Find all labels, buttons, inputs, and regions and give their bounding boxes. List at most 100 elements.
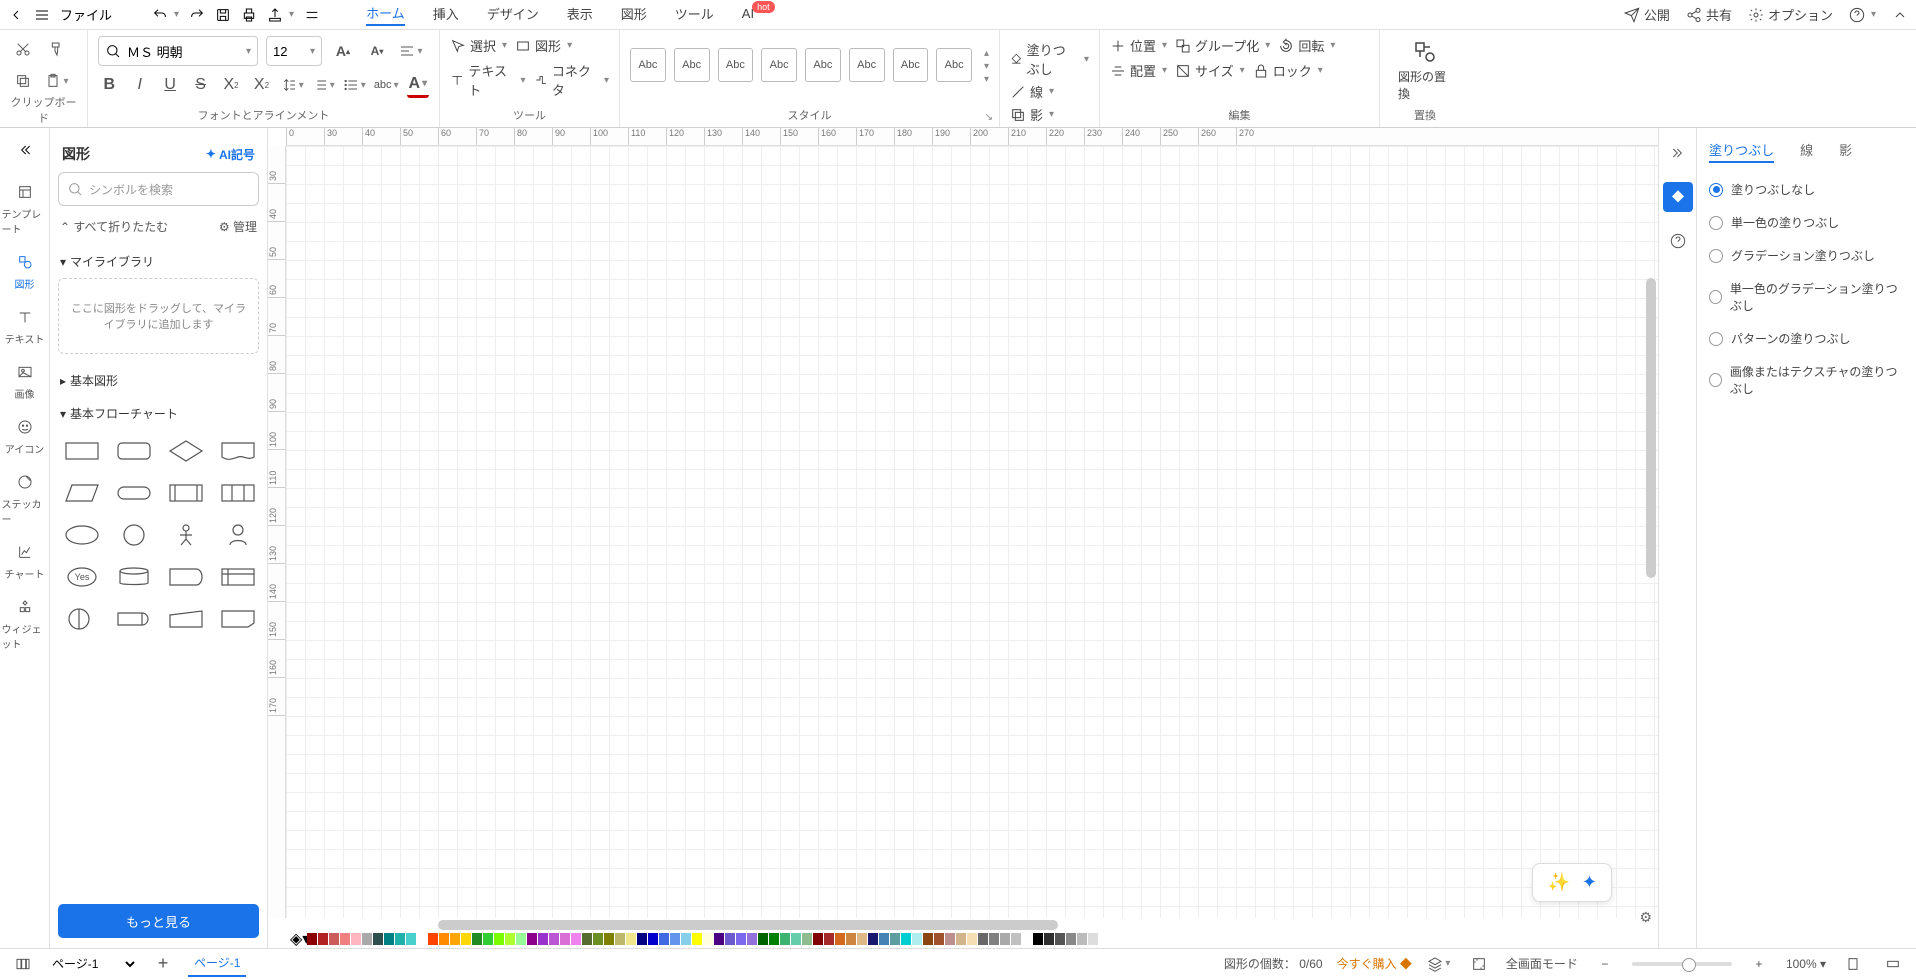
fill-option-pattern[interactable]: パターンの塗りつぶし [1709,322,1904,355]
color-swatch[interactable] [384,933,394,945]
shape-actor[interactable] [164,518,208,552]
color-swatch[interactable] [527,933,537,945]
color-swatch[interactable] [549,933,559,945]
fill-option-gradient[interactable]: グラデーション塗りつぶし [1709,239,1904,272]
canvas-scrollbar-h[interactable] [438,920,1058,930]
color-swatch[interactable] [483,933,493,945]
color-swatch[interactable] [1033,933,1043,945]
color-swatch[interactable] [637,933,647,945]
color-swatch[interactable] [417,933,427,945]
style-preset-2[interactable]: Abc [674,48,710,82]
export-button[interactable]: ▾ [267,7,294,23]
rp-tab-line[interactable]: 線 [1800,140,1813,163]
color-swatch[interactable] [747,933,757,945]
color-swatch[interactable] [472,933,482,945]
shape-database[interactable] [112,560,156,594]
rp-tab-shadow[interactable]: 影 [1839,140,1852,163]
expand-right-panel-icon[interactable] [1663,138,1693,168]
color-swatch[interactable] [923,933,933,945]
replace-shape-button[interactable]: 図形の置換 [1390,36,1460,106]
buy-now-link[interactable]: 今すぐ購入 ◆ [1337,955,1412,972]
format-painter-button[interactable] [44,36,70,62]
color-swatch[interactable] [307,933,317,945]
style-preset-1[interactable]: Abc [630,48,666,82]
back-button[interactable] [8,7,24,23]
style-preset-4[interactable]: Abc [761,48,797,82]
share-button[interactable]: 共有 [1686,5,1732,24]
color-swatch[interactable] [1044,933,1054,945]
color-swatch[interactable] [1055,933,1065,945]
manage-button[interactable]: ⚙ 管理 [219,218,257,235]
color-swatch[interactable] [879,933,889,945]
color-swatch[interactable] [714,933,724,945]
canvas[interactable] [286,146,1658,918]
color-swatch[interactable] [461,933,471,945]
category-basic-shapes[interactable]: ▸ 基本図形 [58,364,259,397]
color-swatch[interactable] [395,933,405,945]
shape-card[interactable] [164,560,208,594]
align-dropdown[interactable]: 配置▾ [1110,61,1167,80]
color-swatch[interactable] [626,933,636,945]
align-button[interactable]: ▾ [398,38,424,64]
more-shapes-button[interactable]: もっと見る [58,904,259,938]
color-swatch[interactable] [604,933,614,945]
color-swatch[interactable] [615,933,625,945]
color-swatch[interactable] [329,933,339,945]
font-size-select[interactable]: 12▾ [266,36,322,66]
shape-diamond[interactable] [164,434,208,468]
collapse-sidebar-icon[interactable] [13,138,37,162]
rail-chart[interactable]: チャート [2,540,48,581]
color-swatch[interactable] [538,933,548,945]
category-mylibrary[interactable]: ▾ マイライブラリ [58,245,259,278]
menu-icon[interactable] [34,7,50,23]
color-swatch[interactable] [989,933,999,945]
shape-search-input[interactable]: シンボルを検索 [58,172,259,206]
ai-sparkle-icon[interactable]: ✦ [1582,872,1597,893]
italic-button[interactable]: I [128,72,150,98]
shape-manual-input[interactable] [164,602,208,636]
color-swatch[interactable] [901,933,911,945]
decrease-font-button[interactable]: A▾ [364,38,390,64]
save-button[interactable] [215,7,231,23]
shape-terminator[interactable] [112,476,156,510]
rail-widget[interactable]: ウィジェット [2,595,48,651]
page-manager-icon[interactable] [10,951,36,977]
tab-tool[interactable]: ツール [675,4,714,25]
ai-symbol-button[interactable]: ✦ AI記号 [206,146,255,163]
shape-tool-button[interactable]: 図形▾ [515,36,572,55]
zoom-out-button[interactable]: − [1592,951,1618,977]
color-swatch[interactable] [516,933,526,945]
tab-insert[interactable]: 挿入 [433,4,459,25]
increase-font-button[interactable]: A▴ [330,38,356,64]
add-page-button[interactable]: + [150,951,176,977]
tab-home[interactable]: ホーム [366,3,405,26]
strike-button[interactable]: S [189,72,211,98]
fill-option-none[interactable]: 塗りつぶしなし [1709,173,1904,206]
color-swatch[interactable] [769,933,779,945]
collapse-all-button[interactable]: ⌃ すべて折りたたむ [60,218,168,235]
list-button[interactable]: ▾ [312,72,335,98]
line-dropdown[interactable]: 線▾ [1010,82,1089,101]
color-swatch[interactable] [967,933,977,945]
color-swatch[interactable] [824,933,834,945]
color-swatch[interactable] [945,933,955,945]
style-scroll-up[interactable]: ▴ [984,48,989,59]
options-button[interactable]: オプション [1748,5,1833,24]
color-swatch[interactable] [1088,933,1098,945]
style-preset-8[interactable]: Abc [936,48,972,82]
font-color-button[interactable]: A▾ [407,72,429,98]
style-preset-5[interactable]: Abc [805,48,841,82]
rail-shapes[interactable]: 図形 [2,250,48,291]
size-dropdown[interactable]: サイズ▾ [1175,61,1245,80]
print-button[interactable] [241,7,257,23]
rail-sticker[interactable]: ステッカー [2,470,48,526]
zoom-level[interactable]: 100% ▾ [1786,957,1826,971]
shape-delay[interactable] [112,602,156,636]
rail-text[interactable]: テキスト [2,305,48,346]
undo-button[interactable]: ▾ [152,7,179,23]
shape-parallelogram[interactable] [60,476,104,510]
shadow-dropdown[interactable]: 影▾ [1010,105,1089,124]
shape-internal-storage[interactable] [216,560,260,594]
color-swatch[interactable] [890,933,900,945]
fill-panel-icon[interactable] [1663,182,1693,212]
